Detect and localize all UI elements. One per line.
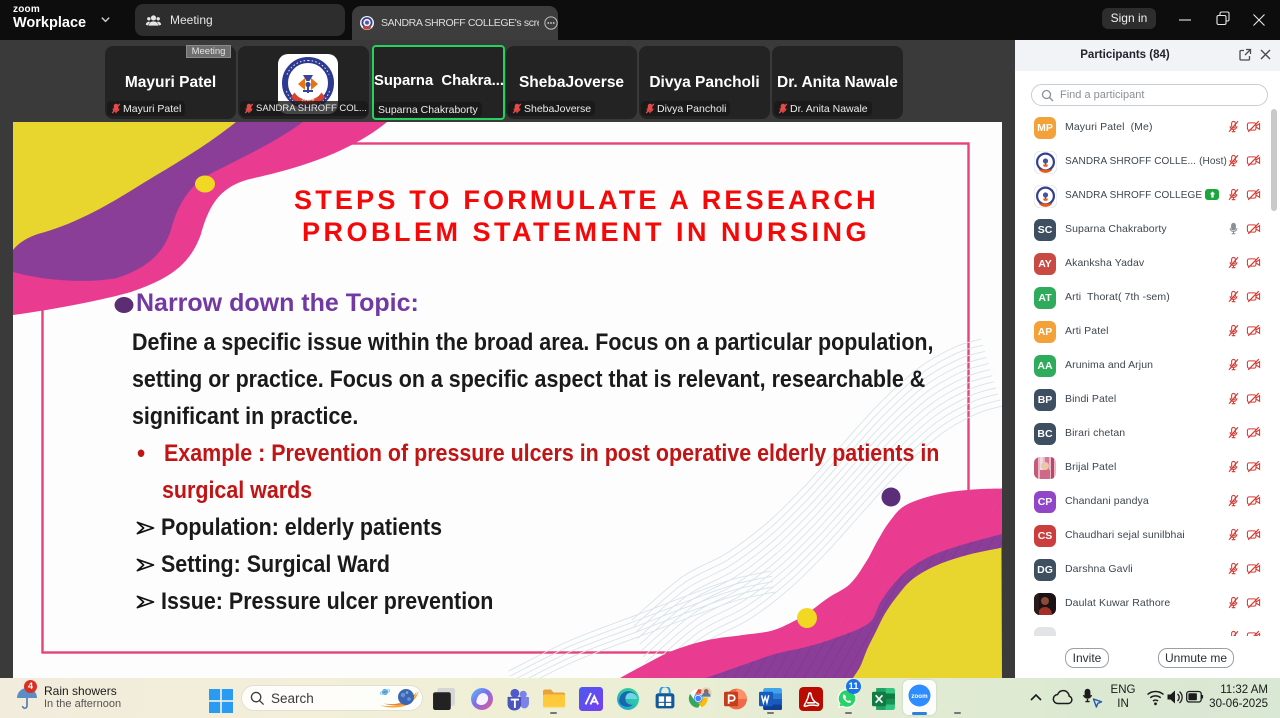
svg-text:zoom: zoom — [911, 693, 928, 700]
